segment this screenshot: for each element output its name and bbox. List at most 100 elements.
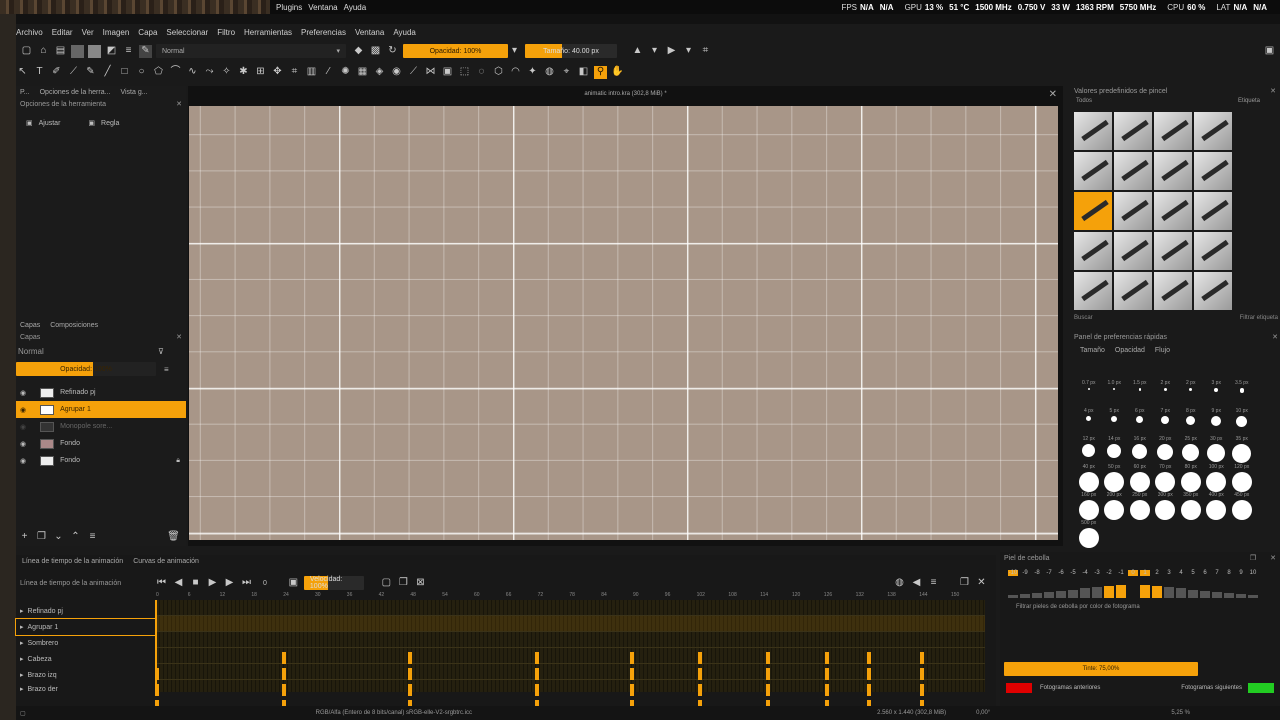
close-icon[interactable]: ✕ [1270, 87, 1276, 95]
snap-option[interactable]: Ajustar [39, 120, 61, 127]
size-preset[interactable]: 3.5 px [1229, 380, 1255, 408]
keyframe[interactable] [630, 668, 634, 680]
select-tool-icon[interactable]: ↖ [16, 66, 29, 79]
last-frame-icon[interactable]: ⏭ [240, 577, 253, 590]
tab-p[interactable]: P... [20, 89, 30, 96]
menu-editar[interactable]: Editar [52, 28, 73, 40]
onion-opacity-bar[interactable] [1080, 588, 1090, 598]
eye-icon[interactable]: ◉ [20, 440, 26, 448]
layer-row-selected[interactable]: ◉ Agrupar 1 [16, 401, 186, 418]
keyframe[interactable] [535, 684, 539, 696]
onion-frame[interactable]: 9 [1236, 570, 1246, 576]
size-preset[interactable]: 50 px [1102, 464, 1128, 492]
prev-frame-icon[interactable]: ◀ [172, 577, 185, 590]
smart-patch-icon[interactable]: ✺ [339, 66, 352, 79]
fill-tool-icon[interactable]: ◈ [373, 66, 386, 79]
onion-frame[interactable]: -8 [1032, 570, 1042, 576]
menu-capa[interactable]: Capa [138, 28, 157, 40]
keyframe[interactable] [867, 652, 871, 664]
color-select-icon[interactable]: ◍ [543, 66, 556, 79]
close-icon[interactable]: ✕ [975, 577, 988, 590]
gradient-tool-icon[interactable]: ▥ [305, 66, 318, 79]
layer-row[interactable]: ◉ Fondo 🔒︎ [16, 452, 186, 469]
gradient-icon[interactable] [71, 44, 84, 58]
onion-opacity-bar[interactable] [1212, 591, 1222, 598]
brush-preset[interactable] [1154, 152, 1192, 190]
close-icon[interactable]: ✕ [1272, 333, 1278, 341]
zoom-value[interactable]: 5,25 % [1171, 710, 1190, 716]
onion-frame[interactable]: 0 [1128, 570, 1138, 576]
alpha-lock-icon[interactable]: ▩ [369, 45, 382, 58]
mirror-icon[interactable]: ▲ [631, 45, 644, 58]
size-preset[interactable]: 2 px [1178, 380, 1204, 408]
bezier-tool-icon[interactable]: ∿ [186, 66, 199, 79]
crop-tool-icon[interactable]: ⌗ [288, 66, 301, 79]
onion-opacity-bar[interactable] [1248, 595, 1258, 598]
size-preset[interactable]: 35 px [1229, 436, 1255, 464]
size-preset[interactable]: 250 px [1127, 492, 1153, 520]
colorize-mask-icon[interactable]: ▦ [356, 66, 369, 79]
layer-row[interactable]: ◉ Fondo [16, 435, 186, 452]
brush-preset[interactable] [1154, 192, 1192, 230]
onion-frame[interactable]: -5 [1068, 570, 1078, 576]
brush-preset[interactable] [1194, 232, 1232, 270]
next-color-swatch[interactable] [1248, 683, 1274, 693]
keyframe[interactable] [535, 668, 539, 680]
close-icon[interactable]: ✕ [176, 333, 182, 341]
brush-preset-icon[interactable]: ✎ [139, 44, 152, 58]
properties-icon[interactable]: ≡ [86, 530, 99, 543]
polyline-tool-icon[interactable]: ⌒ [169, 66, 182, 79]
prev-color-swatch[interactable] [1006, 683, 1032, 693]
tab-opacity[interactable]: Opacidad [1115, 347, 1145, 354]
onion-frame[interactable]: -2 [1104, 570, 1114, 576]
brush-preset[interactable] [1074, 112, 1112, 150]
brush-preset[interactable] [1194, 192, 1232, 230]
chevron-down-icon[interactable]: ▾ [682, 45, 695, 58]
polygon-select-icon[interactable]: ⬡ [492, 66, 505, 79]
filter-icon[interactable]: ⊽ [158, 347, 164, 356]
freehand-select-icon[interactable]: ◠ [509, 66, 522, 79]
close-icon[interactable]: ✕ [1270, 554, 1276, 562]
keyframe[interactable] [698, 652, 702, 664]
drawing-canvas[interactable] [189, 106, 1058, 540]
keyframe[interactable] [825, 652, 829, 664]
color-swap-icon[interactable]: ◩ [105, 45, 118, 58]
expand-icon[interactable]: ▸ [20, 607, 24, 615]
text-tool-icon[interactable]: T [33, 66, 46, 79]
brush-preset[interactable] [1114, 192, 1152, 230]
brush-preset[interactable] [1074, 152, 1112, 190]
keyframe[interactable] [825, 684, 829, 696]
next-frame-icon[interactable]: ▶ [223, 577, 236, 590]
keyframe[interactable] [282, 684, 286, 696]
size-slider[interactable]: Tamaño: 40.00 px [525, 44, 617, 58]
size-preset[interactable]: 120 px [1229, 464, 1255, 492]
size-preset[interactable]: 60 px [1127, 464, 1153, 492]
checkbox-icon[interactable]: ▣ [26, 119, 33, 127]
chevron-down-icon[interactable]: ▾ [648, 45, 661, 58]
menu-ventana[interactable]: Ventana [355, 28, 384, 40]
keyframe[interactable] [867, 668, 871, 680]
tint-slider[interactable]: Tinte: 75,00% [1004, 662, 1198, 676]
size-preset[interactable]: 4 px [1076, 408, 1102, 436]
size-preset[interactable]: 5 px [1102, 408, 1128, 436]
tab-tool-options[interactable]: Opciones de la herra... [40, 89, 111, 96]
brush-preset[interactable] [1114, 272, 1152, 310]
menu-herramientas[interactable]: Herramientas [244, 28, 292, 40]
onion-opacity-bar[interactable] [1056, 590, 1066, 598]
expand-icon[interactable]: ▸ [20, 623, 24, 631]
onion-opacity-bar[interactable] [1044, 591, 1054, 598]
rect-select-icon[interactable]: ⬚ [458, 66, 471, 79]
crop-icon[interactable]: ⌗ [699, 45, 712, 58]
edit-shapes-icon[interactable]: ✐ [50, 66, 63, 79]
menu-filtro[interactable]: Filtro [217, 28, 235, 40]
keyframe[interactable] [698, 684, 702, 696]
brush-preset[interactable] [1154, 112, 1192, 150]
onion-frame[interactable]: -1 [1116, 570, 1126, 576]
frame-add-icon[interactable]: ▢ [380, 577, 393, 590]
track-row[interactable]: ▸ Brazo izq [16, 667, 156, 683]
size-preset[interactable]: 8 px [1178, 408, 1204, 436]
eye-icon[interactable]: ◉ [20, 423, 26, 431]
reference-tool-icon[interactable]: ▣ [441, 66, 454, 79]
track-row-selected[interactable]: ▸ Agrupar 1 [15, 618, 157, 636]
document-tab[interactable]: animatic intro.kra (302,8 MiB) * ✕ [188, 86, 1063, 102]
